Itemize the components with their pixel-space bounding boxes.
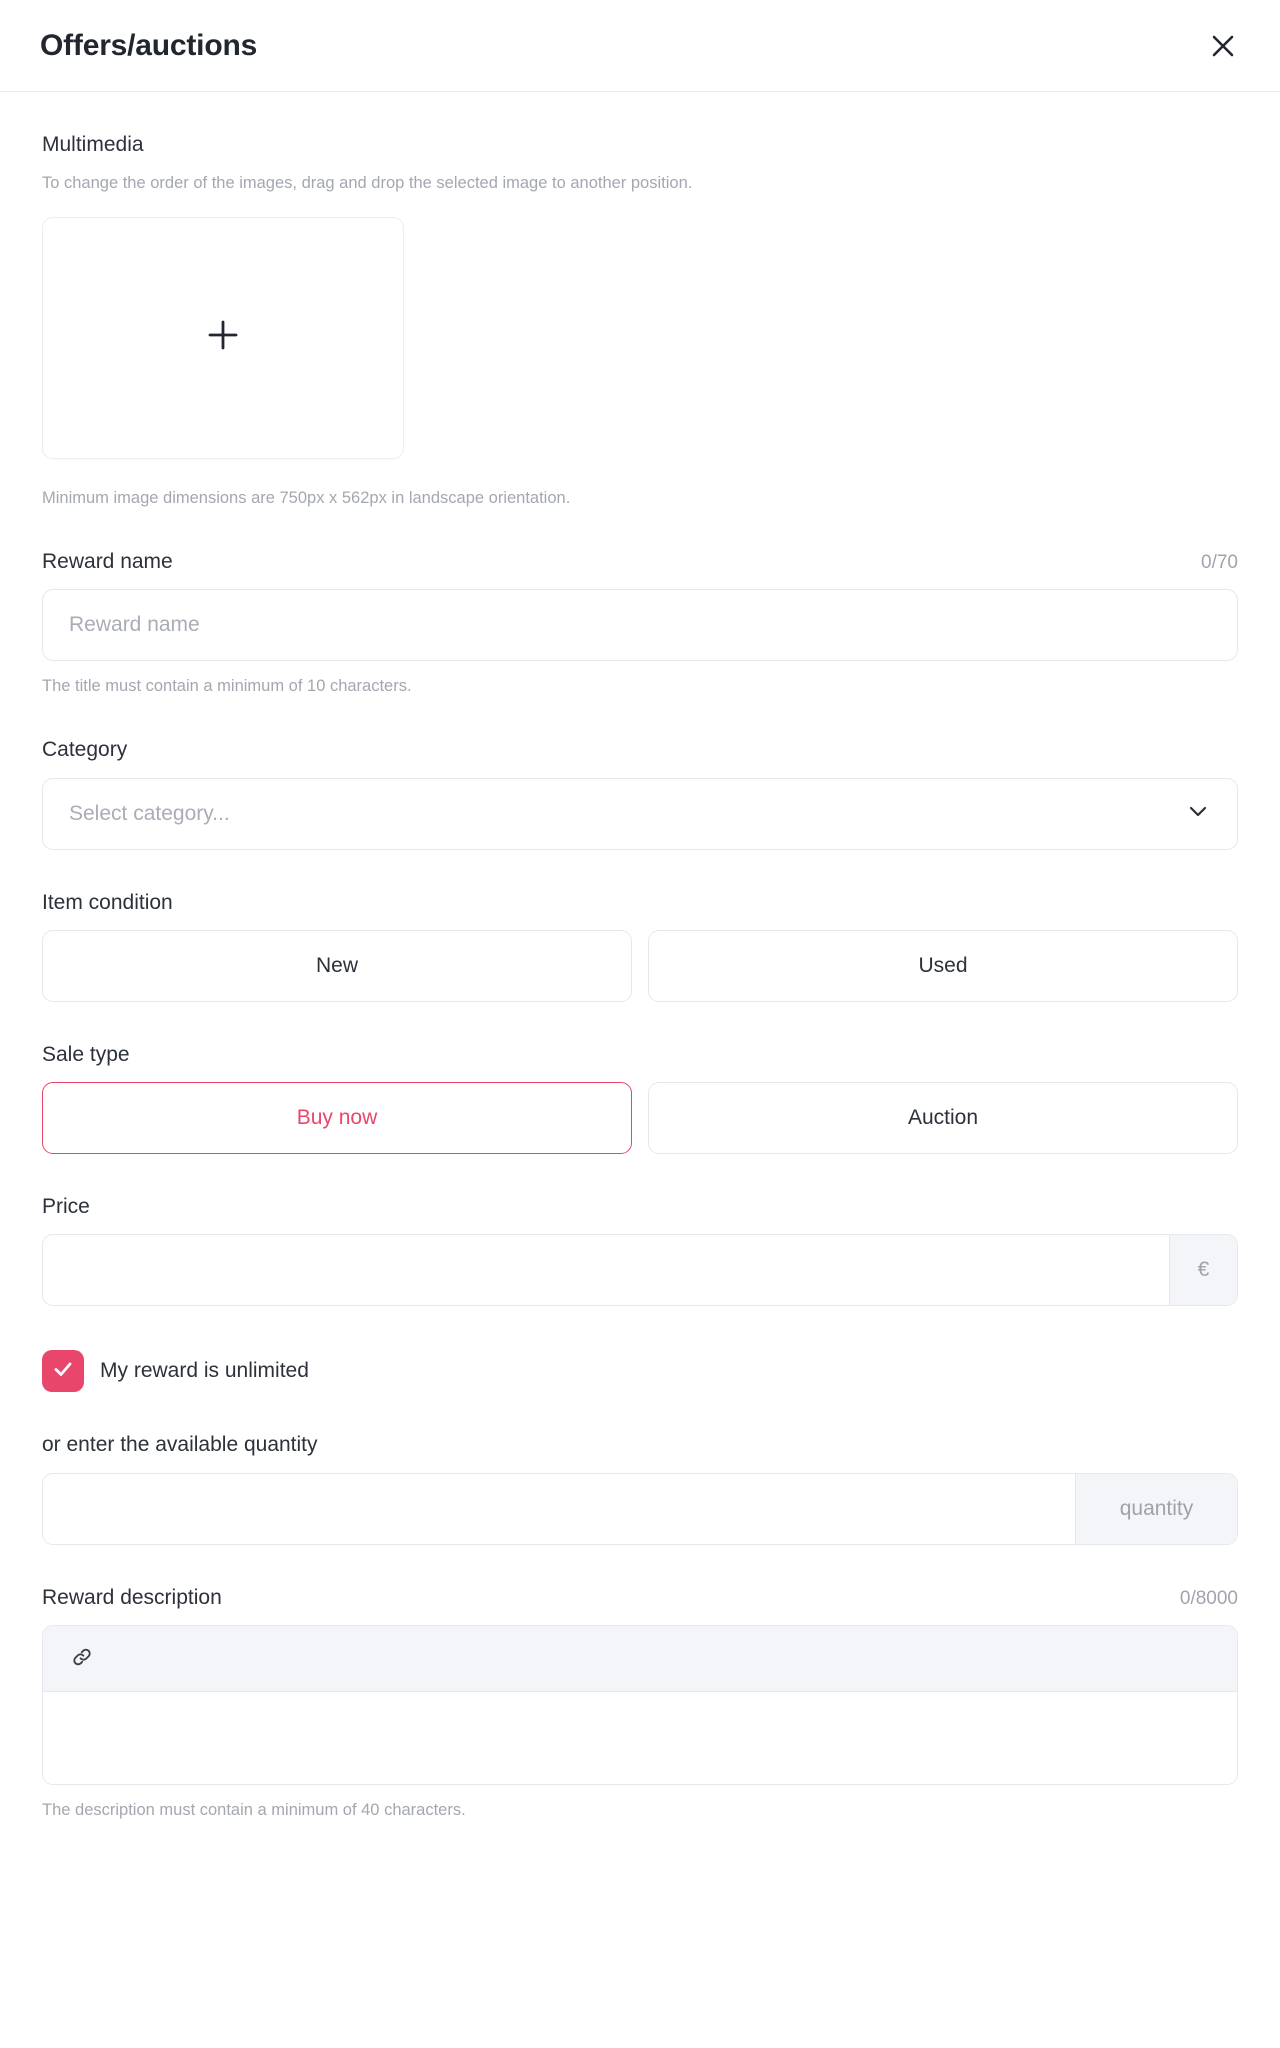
reward-description-counter: 0/8000 [1179,1587,1238,1609]
reward-description-editor [42,1624,1238,1785]
quantity-head: or enter the available quantity [42,1432,1238,1458]
item-condition-used-button[interactable]: Used [648,929,1238,1002]
sale-type-section: Sale type Buy now Auction [42,1042,1238,1155]
currency-suffix: € [1169,1235,1237,1306]
editor-toolbar [43,1625,1237,1692]
reward-name-head: Reward name 0/70 [42,549,1238,575]
sale-type-auction-button[interactable]: Auction [648,1082,1238,1155]
close-icon [1209,32,1237,60]
link-icon [71,1646,93,1671]
unlimited-reward-label: My reward is unlimited [100,1359,309,1383]
category-selected-value: Select category... [69,801,230,825]
item-condition-label: Item condition [42,890,173,914]
price-label: Price [42,1195,90,1219]
offers-auctions-modal: Offers/auctions Multimedia To change the… [0,0,1280,2048]
close-button[interactable] [1200,23,1246,69]
reward-description-section: Reward description 0/8000 The descriptio… [42,1585,1238,1822]
chevron-down-icon [1185,798,1211,829]
upload-row [42,216,1238,459]
reward-description-head: Reward description 0/8000 [42,1585,1238,1611]
reward-description-note: The description must contain a minimum o… [42,1800,466,1819]
price-section: Price € [42,1194,1238,1307]
modal-header: Offers/auctions [0,0,1280,92]
category-select[interactable]: Select category... [42,777,1238,850]
quantity-section: or enter the available quantity quantity [42,1432,1238,1545]
reward-description-label: Reward description [42,1585,222,1609]
quantity-suffix: quantity [1075,1473,1237,1544]
price-input[interactable] [43,1235,1169,1306]
insert-link-button[interactable] [65,1641,99,1675]
reward-name-counter: 0/70 [1201,551,1238,573]
sale-type-head: Sale type [42,1042,1238,1068]
category-head: Category [42,737,1238,763]
category-label: Category [42,738,128,762]
add-image-button[interactable] [42,216,404,459]
reward-description-textarea[interactable] [43,1691,1237,1784]
sale-type-options: Buy now Auction [42,1082,1238,1155]
modal-body: Multimedia To change the order of the im… [0,92,1280,1851]
sale-type-buy-now-button[interactable]: Buy now [42,1082,632,1155]
item-condition-section: Item condition New Used [42,890,1238,1002]
multimedia-label: Multimedia [42,133,144,156]
reward-name-input[interactable] [42,589,1238,662]
multimedia-section: Multimedia To change the order of the im… [42,132,1238,509]
quantity-field: quantity [42,1472,1238,1545]
unlimited-reward-row[interactable]: My reward is unlimited [42,1350,1238,1393]
reward-name-note: The title must contain a minimum of 10 c… [42,677,412,696]
quantity-label: or enter the available quantity [42,1433,318,1457]
quantity-input[interactable] [43,1473,1075,1544]
multimedia-hint: To change the order of the images, drag … [42,174,693,193]
item-condition-head: Item condition [42,890,1238,916]
unlimited-reward-checkbox[interactable] [42,1350,84,1393]
sale-type-label: Sale type [42,1042,130,1066]
page-title: Offers/auctions [40,28,258,62]
min-dimensions-note: Minimum image dimensions are 750px x 562… [42,488,571,507]
item-condition-options: New Used [42,929,1238,1002]
item-condition-new-button[interactable]: New [42,929,632,1002]
checkmark-icon [51,1357,75,1386]
reward-name-section: Reward name 0/70 The title must contain … [42,549,1238,698]
plus-icon [206,318,240,357]
category-section: Category Select category... [42,737,1238,850]
price-field: € [42,1234,1238,1307]
price-head: Price [42,1194,1238,1220]
reward-name-label: Reward name [42,549,173,573]
